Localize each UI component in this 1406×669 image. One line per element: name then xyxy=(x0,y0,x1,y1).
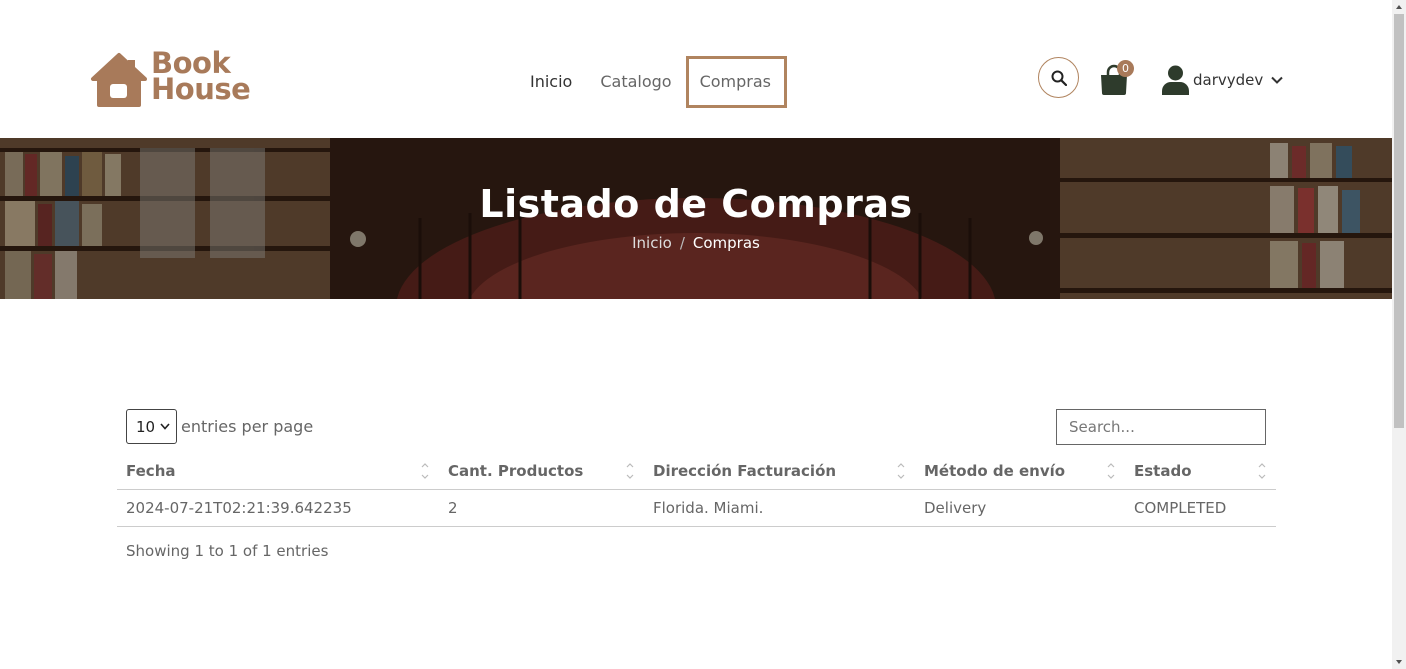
table-search-input[interactable]: Search... xyxy=(1056,409,1266,445)
column-header-label: Fecha xyxy=(126,461,176,480)
breadcrumb-inicio-link[interactable]: Inicio xyxy=(632,234,672,252)
table-info: Showing 1 to 1 of 1 entries xyxy=(126,542,329,560)
column-header-label: Cant. Productos xyxy=(448,461,584,480)
brand-logo[interactable]: Book House xyxy=(90,49,255,110)
purchases-table: Fecha Cant. Productos Dirección Facturac… xyxy=(117,452,1276,527)
page-title: Listado de Compras xyxy=(479,182,913,226)
user-name: darvydev xyxy=(1193,71,1264,89)
column-header-label: Dirección Facturación xyxy=(653,461,837,480)
entries-per-page-select[interactable]: 10 xyxy=(126,409,177,444)
cell-direccion-facturacion: Florida. Miami. xyxy=(653,499,764,517)
column-header-estado[interactable]: Estado xyxy=(1125,452,1276,489)
entries-per-page-control: 10 entries per page xyxy=(126,409,313,444)
nav-compras[interactable]: Compras xyxy=(685,56,787,108)
search-icon xyxy=(1051,70,1067,86)
breadcrumb: Inicio / Compras xyxy=(0,234,1392,252)
user-menu[interactable]: darvydev xyxy=(1162,63,1283,97)
sort-icon xyxy=(1107,463,1115,479)
chevron-down-icon xyxy=(1271,76,1283,84)
cell-estado: COMPLETED xyxy=(1134,499,1227,517)
cart-count-badge: 0 xyxy=(1117,60,1134,77)
sort-icon xyxy=(421,463,429,479)
page-hero-banner: Listado de Compras Inicio / Compras xyxy=(0,138,1392,299)
search-button[interactable] xyxy=(1038,57,1079,98)
brand-wordmark: Book House xyxy=(151,49,251,106)
sort-icon xyxy=(897,463,905,479)
nav-catalogo[interactable]: Catalogo xyxy=(586,56,685,108)
entries-per-page-value: 10 xyxy=(136,417,156,436)
column-header-cant-productos[interactable]: Cant. Productos xyxy=(439,452,644,489)
column-header-direccion-facturacion[interactable]: Dirección Facturación xyxy=(644,452,915,489)
breadcrumb-current: Compras xyxy=(692,234,760,252)
column-header-label: Estado xyxy=(1134,461,1192,480)
cell-fecha: 2024-07-21T02:21:39.642235 xyxy=(126,499,352,517)
cell-cant-productos: 2 xyxy=(448,499,458,517)
house-logo-icon xyxy=(91,53,147,107)
cart-button[interactable]: 0 xyxy=(1098,60,1138,100)
page: Book House Inicio Catalogo Compras 0 dar… xyxy=(0,0,1392,669)
scroll-down-arrow-icon[interactable] xyxy=(1395,658,1403,666)
nav-inicio[interactable]: Inicio xyxy=(520,56,586,108)
entries-per-page-label: entries per page xyxy=(181,417,314,436)
column-header-label: Método de envío xyxy=(924,461,1066,480)
user-icon xyxy=(1162,65,1189,95)
chevron-down-icon xyxy=(160,423,170,430)
brand-line-2: House xyxy=(151,72,251,106)
site-header: Book House Inicio Catalogo Compras 0 dar… xyxy=(0,0,1392,138)
main-nav: Inicio Catalogo Compras xyxy=(520,56,787,108)
page-scrollbar[interactable] xyxy=(1392,0,1406,669)
column-header-fecha[interactable]: Fecha xyxy=(117,452,439,489)
column-header-metodo-envio[interactable]: Método de envío xyxy=(915,452,1125,489)
scroll-up-arrow-icon[interactable] xyxy=(1395,3,1403,11)
table-row: 2024-07-21T02:21:39.642235 2 Florida. Mi… xyxy=(117,490,1276,527)
breadcrumb-separator: / xyxy=(679,234,685,252)
sort-icon xyxy=(626,463,634,479)
sort-icon xyxy=(1258,463,1266,479)
table-header-row: Fecha Cant. Productos Dirección Facturac… xyxy=(117,452,1276,490)
cell-metodo-envio: Delivery xyxy=(924,499,987,517)
scrollbar-thumb[interactable] xyxy=(1394,14,1404,428)
